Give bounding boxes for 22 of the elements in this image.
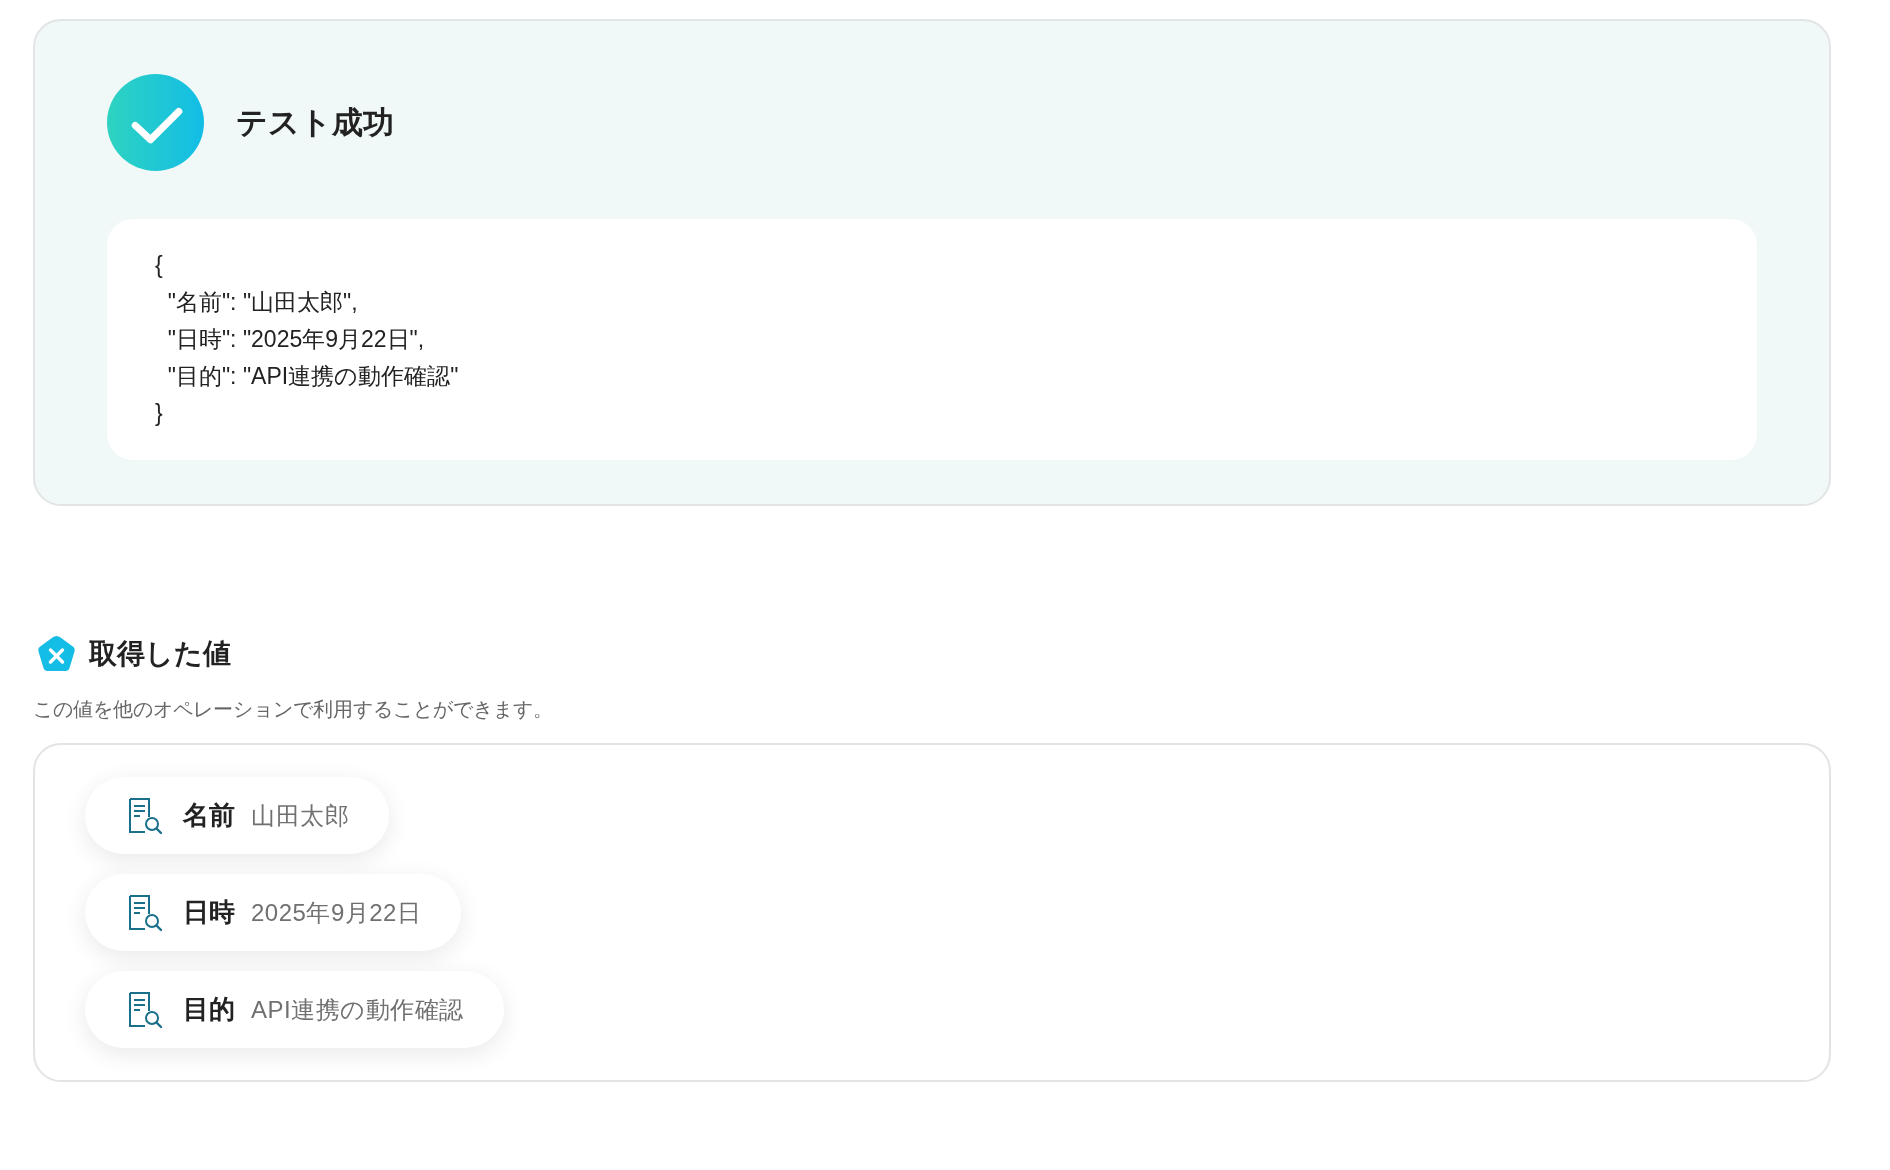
value-text: 山田太郎 — [251, 800, 349, 831]
value-label: 名前 — [183, 799, 235, 832]
code-line: "目的": "API連携の動作確認" — [166, 362, 460, 391]
value-chip[interactable]: 日時 2025年9月22日 — [85, 874, 462, 951]
document-search-icon — [127, 893, 163, 932]
section-description: この値を他のオペレーションで利用することができます。 — [33, 697, 554, 722]
value-chip[interactable]: 目的 API連携の動作確認 — [85, 971, 504, 1048]
value-text: API連携の動作確認 — [251, 994, 464, 1025]
code-line: } — [155, 399, 164, 428]
section-title: 取得した値 — [89, 637, 231, 671]
variable-icon — [36, 634, 77, 674]
code-line: "名前": "山田太郎", — [166, 288, 359, 317]
value-text: 2025年9月22日 — [251, 897, 422, 928]
value-label: 目的 — [183, 993, 235, 1026]
check-icon — [107, 74, 204, 171]
document-search-icon — [127, 796, 163, 835]
status-title: テスト成功 — [236, 103, 394, 142]
value-chip[interactable]: 名前 山田太郎 — [85, 777, 389, 854]
code-line: { — [155, 251, 164, 280]
code-line: "日時": "2025年9月22日", — [166, 325, 426, 354]
document-search-icon — [127, 990, 163, 1029]
value-label: 日時 — [183, 896, 235, 929]
